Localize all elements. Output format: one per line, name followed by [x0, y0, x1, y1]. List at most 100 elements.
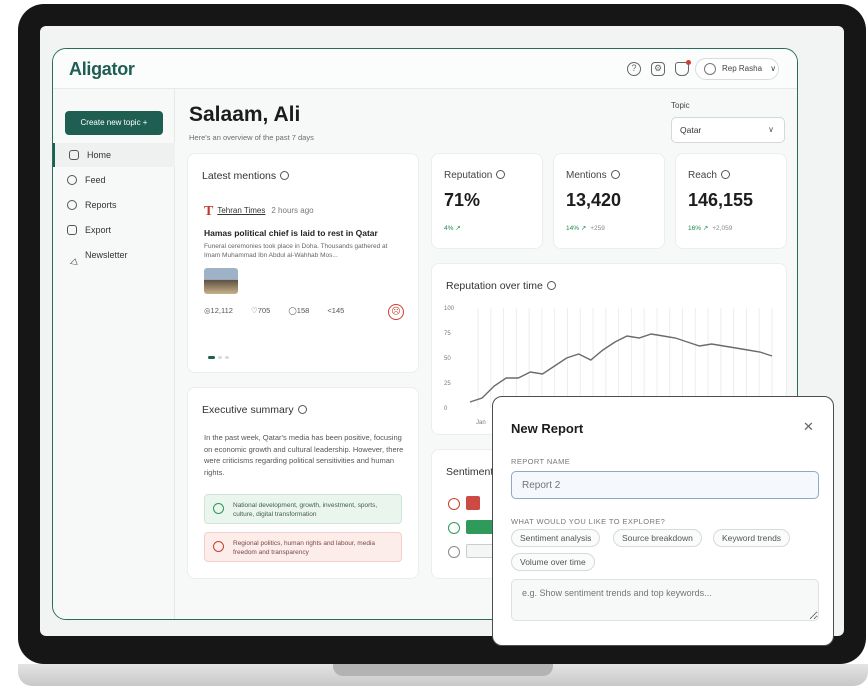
chart-title: Reputation over time — [446, 280, 556, 292]
logo: Aligator — [69, 59, 135, 79]
report-name-input[interactable] — [511, 471, 819, 499]
likes-stat: ♡705 — [251, 306, 271, 315]
metric-label: Mentions — [566, 170, 620, 181]
chip-keyword-trends[interactable]: Keyword trends — [713, 529, 791, 547]
y-axis-ticks: 100 75 50 25 0 — [444, 306, 455, 412]
report-name-label: REPORT NAME — [511, 457, 571, 466]
latest-mentions-card: Latest mentions T Tehran Times 2 hours ago… — [187, 153, 419, 373]
metric-delta: 4% ↗ — [444, 225, 461, 232]
help-icon[interactable] — [610, 170, 620, 179]
sidebar-item-label: Home — [87, 150, 112, 160]
help-icon[interactable]: ? — [627, 62, 641, 76]
sad-face-icon — [213, 541, 224, 552]
sidebar: Create new topic + Home Feed Reports Exp… — [53, 89, 175, 619]
reputation-series-line — [469, 333, 773, 403]
mentions-metric-card: Mentions 13,420 14% ↗ +259 — [553, 153, 665, 249]
user-name: Rep Rasha — [722, 64, 763, 73]
help-icon[interactable] — [720, 170, 730, 179]
reports-icon — [67, 200, 77, 210]
chart-grid — [477, 308, 773, 408]
y-tick-label: 25 — [444, 381, 451, 387]
chip-sentiment-analysis[interactable]: Sentiment analysis — [511, 529, 601, 547]
chip-source-breakdown[interactable]: Source breakdown — [613, 529, 702, 547]
metric-value: 71% — [444, 190, 481, 210]
mention-source: T Tehran Times 2 hours ago — [204, 204, 314, 220]
mention-thumbnail[interactable] — [204, 268, 238, 294]
chevron-down-icon: ∨ — [770, 64, 777, 73]
home-icon — [69, 150, 79, 160]
summary-text: In the past week, Qatar's media has been… — [204, 433, 404, 477]
create-topic-button[interactable]: Create new topic + — [65, 111, 163, 135]
card-title: Executive summary — [202, 404, 307, 416]
executive-summary-card: Executive summary In the past week, Qata… — [187, 387, 419, 579]
laptop-mockup: Aligator ? ⚙ Rep Rasha ∨ Create new topi… — [0, 0, 868, 686]
page-title: Salaam, Ali — [189, 103, 301, 126]
topic-value: Qatar — [680, 125, 702, 135]
mention-time: 2 hours ago — [271, 206, 314, 215]
sidebar-item-label: Export — [85, 225, 112, 235]
user-avatar-icon — [704, 63, 716, 75]
help-icon[interactable] — [297, 405, 307, 414]
newspaper-logo-icon: T — [204, 204, 214, 219]
negative-sentiment-icon: ☹ — [388, 304, 404, 320]
metric-label: Reputation — [444, 170, 506, 181]
sidebar-item-label: Newsletter — [85, 250, 128, 260]
shares-stat: <145 — [327, 306, 345, 315]
metric-value: 146,155 — [688, 190, 754, 210]
y-tick-label: 0 — [444, 406, 448, 412]
sidebar-nav: Home Feed Reports Export ◁ Newsletter — [53, 143, 175, 268]
mention-stats: ◎12,112 ♡705 ◯158 <145 — [204, 306, 360, 315]
metric-value: 13,420 — [566, 190, 622, 210]
y-tick-label: 100 — [444, 306, 455, 312]
help-icon[interactable] — [546, 281, 556, 290]
sidebar-item-feed[interactable]: Feed — [53, 168, 175, 192]
reputation-metric-card: Reputation 71% 4% ↗ — [431, 153, 543, 249]
mention-snippet: Funeral ceremonies took place in Doha. T… — [204, 243, 388, 259]
help-icon[interactable] — [496, 170, 506, 179]
metric-delta: 16% ↗ +2,059 — [688, 225, 733, 232]
help-icon[interactable] — [280, 171, 290, 180]
comments-stat: ◯158 — [288, 306, 310, 315]
gear-icon[interactable]: ⚙ — [651, 62, 665, 76]
explore-prompt-input[interactable] — [511, 579, 819, 621]
positive-theme-note: National development, growth, investment… — [204, 494, 402, 524]
chevron-down-icon: ∨ — [768, 125, 774, 134]
reach-metric-card: Reach 146,155 16% ↗ +2,059 — [675, 153, 787, 249]
sad-face-icon — [448, 498, 460, 510]
notification-dot — [686, 60, 691, 65]
card-title: Sentiment — [446, 466, 494, 478]
metric-delta: 14% ↗ +259 — [566, 225, 605, 232]
mention-headline[interactable]: Hamas political chief is laid to rest in… — [204, 228, 378, 238]
chip-volume-over-time[interactable]: Volume over time — [511, 553, 595, 571]
sidebar-item-newsletter[interactable]: ◁ Newsletter — [53, 243, 175, 268]
topic-select[interactable]: Qatar ∨ — [671, 117, 785, 143]
sidebar-item-label: Reports — [85, 200, 117, 210]
close-icon[interactable]: ✕ — [803, 419, 814, 435]
user-menu[interactable]: Rep Rasha ∨ — [695, 58, 779, 80]
laptop-notch — [333, 664, 553, 676]
happy-face-icon — [213, 503, 224, 514]
y-tick-label: 50 — [444, 356, 451, 362]
negative-bar — [466, 496, 480, 510]
modal-title: New Report — [511, 421, 584, 436]
metric-label: Reach — [688, 170, 730, 181]
source-link[interactable]: Tehran Times — [217, 206, 265, 215]
feed-icon — [67, 175, 77, 185]
sidebar-item-label: Feed — [85, 175, 106, 185]
page-subtitle: Here's an overview of the past 7 days — [189, 133, 314, 142]
views-stat: ◎12,112 — [204, 306, 233, 315]
explore-label: WHAT WOULD YOU LIKE TO EXPLORE? — [511, 517, 666, 526]
carousel-dots[interactable] — [208, 346, 232, 364]
sidebar-item-home[interactable]: Home — [53, 143, 175, 167]
sidebar-item-export[interactable]: Export — [53, 218, 175, 242]
neutral-face-icon — [448, 546, 460, 558]
happy-face-icon — [448, 522, 460, 534]
x-tick-label: Jan — [476, 420, 486, 426]
new-report-modal: New Report ✕ REPORT NAME WHAT WOULD YOU … — [492, 396, 834, 646]
send-icon: ◁ — [67, 256, 78, 268]
sidebar-item-reports[interactable]: Reports — [53, 193, 175, 217]
topic-label: Topic — [671, 101, 690, 110]
card-title: Latest mentions — [202, 170, 290, 182]
top-bar: Aligator ? ⚙ Rep Rasha ∨ — [53, 49, 797, 89]
y-tick-label: 75 — [444, 331, 451, 337]
